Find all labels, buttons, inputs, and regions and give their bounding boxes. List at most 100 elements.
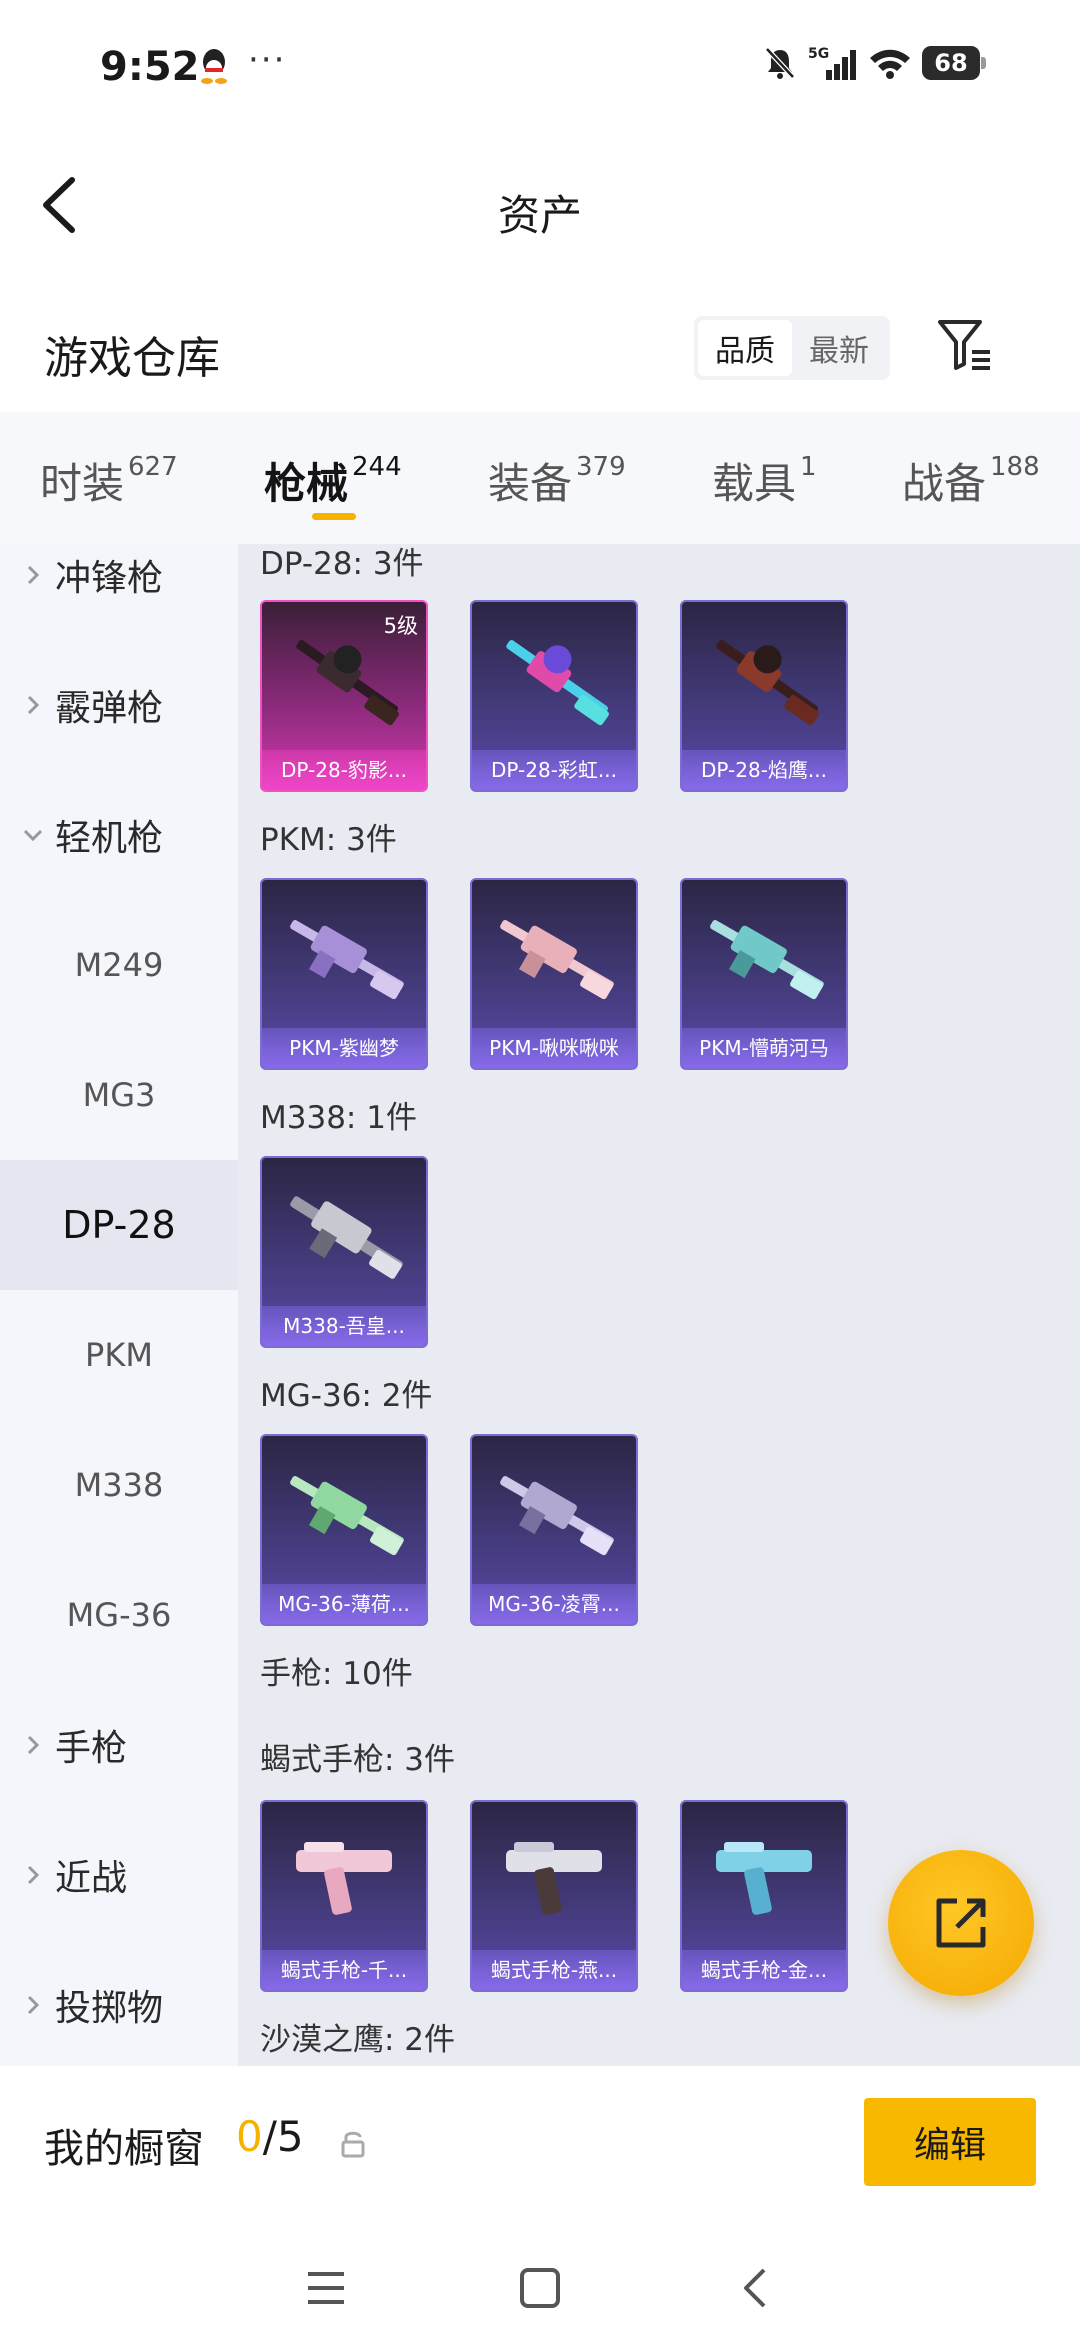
item-card[interactable]: PKM-懵萌河马: [680, 878, 848, 1070]
item-card[interactable]: 蝎式手枪-千...: [260, 1800, 428, 1992]
qq-icon: [201, 49, 227, 84]
edit-button[interactable]: 编辑: [864, 2098, 1036, 2186]
tab-vehicles[interactable]: 载具 1: [712, 450, 817, 511]
sort-newest-option[interactable]: 最新: [792, 320, 886, 376]
group-header-mg36: MG-36: 2件: [260, 1378, 433, 1414]
item-card[interactable]: M338-吾皇...: [260, 1156, 428, 1348]
level-badge: 5级: [383, 614, 418, 638]
sidebar-item-label: 轻机枪: [55, 818, 164, 859]
sidebar-item-mg3[interactable]: MG3: [0, 1030, 238, 1160]
item-card[interactable]: MG-36-凌霄...: [470, 1434, 638, 1626]
wifi-icon: [870, 49, 910, 79]
lock-icon: [341, 2131, 365, 2158]
sidebar-item-smg[interactable]: 冲锋枪: [0, 544, 238, 640]
group-header-desert-eagle: 沙漠之鹰: 2件: [260, 2022, 456, 2058]
tab-count: 379: [576, 452, 626, 482]
filter-icon[interactable]: [936, 316, 994, 374]
showcase-title: 我的橱窗: [44, 2126, 204, 2172]
sidebar-item-melee[interactable]: 近战: [0, 1810, 238, 1940]
home-icon[interactable]: [514, 2262, 566, 2314]
page-title: 资产: [497, 191, 582, 240]
item-card[interactable]: 蝎式手枪-金...: [680, 1800, 848, 1992]
warehouse-row: 游戏仓库 品质 最新: [0, 280, 1080, 412]
sidebar-item-label: 近战: [55, 1858, 128, 1899]
tab-count: 627: [128, 452, 178, 482]
tab-fashion[interactable]: 时装 627: [40, 450, 178, 511]
sidebar-item-pkm[interactable]: PKM: [0, 1290, 238, 1420]
sidebar-item-throwables[interactable]: 投掷物: [0, 1940, 238, 2066]
chevron-right-icon: [27, 1865, 40, 1885]
showcase-bar: 我的橱窗 0/5 编辑: [0, 2066, 1080, 2226]
item-name: MG-36-凌霄...: [472, 1584, 636, 1624]
item-card[interactable]: PKM-啾咪啾咪: [470, 878, 638, 1070]
tab-count: 244: [352, 452, 402, 482]
group-header-skorpion: 蝎式手枪: 3件: [260, 1742, 456, 1778]
status-icons: 5G 68: [762, 44, 986, 82]
tab-count: 188: [990, 452, 1040, 482]
lmg-icon: [716, 640, 819, 726]
lmg-icon: [290, 1476, 404, 1556]
tab-supplies[interactable]: 战备 188: [902, 450, 1040, 511]
item-card[interactable]: MG-36-薄荷...: [260, 1434, 428, 1626]
tab-equipment[interactable]: 装备 379: [488, 450, 626, 511]
lmg-icon: [290, 1196, 403, 1279]
lmg-icon: [290, 920, 404, 1000]
showcase-max: /5: [262, 2112, 304, 2161]
header: 资产: [0, 130, 1080, 280]
showcase-count: 0/5: [236, 2112, 304, 2161]
system-nav-bar: [0, 2226, 1080, 2347]
lmg-icon: [710, 920, 824, 1000]
tab-label: 载具: [712, 459, 797, 508]
item-name: DP-28-豹影...: [262, 750, 426, 790]
sidebar-item-label: 冲锋枪: [55, 558, 164, 599]
item-card[interactable]: 5级 DP-28-豹影...: [260, 600, 428, 792]
sort-toggle: 品质 最新: [694, 316, 890, 380]
sidebar-item-lmg[interactable]: 轻机枪: [0, 770, 238, 900]
item-card[interactable]: PKM-紫幽梦: [260, 878, 428, 1070]
share-icon: [936, 1898, 986, 1948]
back-nav-icon[interactable]: [730, 2262, 782, 2314]
chevron-right-icon: [27, 695, 40, 715]
sidebar-item-shotgun[interactable]: 霰弹枪: [0, 640, 238, 770]
item-card[interactable]: DP-28-焰鹰...: [680, 600, 848, 792]
sidebar-item-mg36[interactable]: MG-36: [0, 1550, 238, 1680]
category-tabs: 时装 627 枪械 244 装备 379 载具 1 战备 188: [0, 412, 1080, 544]
chevron-right-icon: [27, 1735, 40, 1755]
tab-label: 枪械: [264, 459, 349, 508]
sidebar-item-pistol[interactable]: 手枪: [0, 1680, 238, 1810]
lmg-icon: [506, 640, 609, 726]
weapon-type-sidebar: 冲锋枪 霰弹枪 轻机枪 M249 MG3 DP-28 PKM M338 MG-3…: [0, 544, 238, 2066]
sort-quality-option[interactable]: 品质: [698, 320, 792, 376]
chevron-right-icon: [27, 565, 40, 585]
chevron-right-icon: [27, 1995, 40, 2015]
showcase-current: 0: [236, 2112, 263, 2161]
item-name: 蝎式手枪-千...: [262, 1950, 426, 1990]
warehouse-title: 游戏仓库: [44, 333, 220, 384]
sidebar-item-dp28[interactable]: DP-28: [0, 1160, 238, 1290]
group-header-dp28: DP-28: 3件: [260, 546, 424, 582]
signal-5g-icon: 5G: [808, 46, 856, 80]
battery-indicator: 68: [922, 46, 986, 80]
lmg-icon: [500, 1476, 614, 1556]
pistol-icon: [716, 1842, 812, 1915]
item-name: DP-28-焰鹰...: [682, 750, 846, 790]
weapon-grid: DP-28: 3件 5级 DP-28-豹影... DP-28-彩虹... DP-…: [238, 544, 1080, 2066]
pistol-icon: [506, 1842, 602, 1915]
network-type-label: 5G: [808, 46, 829, 62]
item-card[interactable]: 蝎式手枪-燕...: [470, 1800, 638, 1992]
tab-label: 战备: [902, 459, 987, 508]
tab-firearms[interactable]: 枪械 244: [264, 450, 402, 511]
item-name: M338-吾皇...: [262, 1306, 426, 1346]
sidebar-item-label: 手枪: [55, 1728, 128, 1769]
lmg-icon: [500, 920, 614, 1000]
mute-bell-icon: [765, 47, 795, 79]
sidebar-item-m249[interactable]: M249: [0, 900, 238, 1030]
item-card[interactable]: DP-28-彩虹...: [470, 600, 638, 792]
group-header-m338: M338: 1件: [260, 1100, 417, 1136]
sidebar-item-m338[interactable]: M338: [0, 1420, 238, 1550]
sidebar-item-label: 霰弹枪: [55, 688, 164, 729]
menu-icon[interactable]: [300, 2262, 352, 2314]
pistol-icon: [296, 1842, 392, 1915]
item-name: 蝎式手枪-燕...: [472, 1950, 636, 1990]
share-button[interactable]: [888, 1850, 1034, 1996]
